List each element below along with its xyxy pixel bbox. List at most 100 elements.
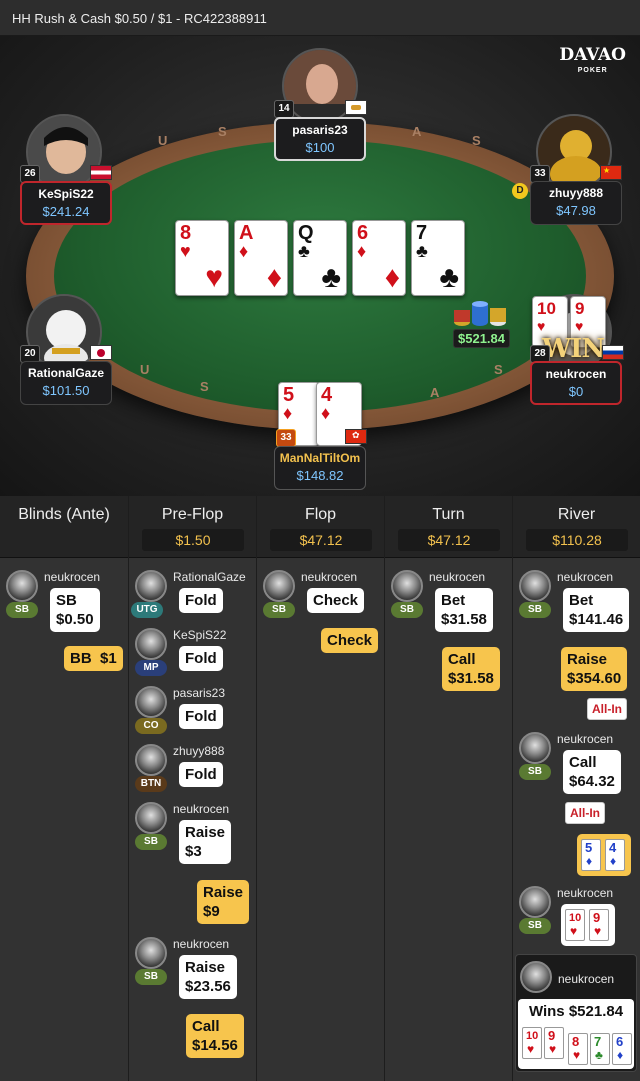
logo-sub: POKER: [577, 67, 608, 74]
player-plate-pasaris23[interactable]: pasaris23 $100: [274, 117, 366, 161]
dealer-button: D: [512, 183, 528, 199]
action-bubble: BB $1: [64, 646, 123, 671]
player-name: zhuyy888: [173, 744, 225, 758]
mini-card: 6 ♦: [612, 1033, 632, 1065]
board-card: 6 ♦ ♦: [352, 220, 406, 296]
player-name: neukrocen: [557, 886, 614, 900]
mini-card: 8 ♥: [568, 1033, 588, 1065]
action-bubble: Fold: [179, 762, 223, 787]
action-bubble: Call $31.58: [442, 647, 500, 691]
player-name: RationalGaze: [173, 570, 246, 584]
rail-letter: S: [472, 133, 481, 148]
player-plate-zhuyy888[interactable]: zhuyy888 $47.98: [530, 181, 622, 225]
avatar: [520, 961, 552, 993]
column-blinds: Blinds (Ante) SB neukrocen SB $0.50 BB $1: [0, 496, 128, 1081]
austria-flag-icon: [90, 165, 112, 180]
hand-title: HH Rush & Cash $0.50 / $1 - RC422388911: [12, 11, 267, 26]
board-card: 8 ♥ ♥: [175, 220, 229, 296]
column-header: Turn $47.12: [385, 496, 512, 558]
street-pot: $47.12: [270, 529, 372, 551]
mini-card: 9 ♥: [589, 909, 609, 941]
position-badge: SB: [391, 602, 423, 618]
player-name: neukrocen: [557, 732, 614, 746]
action-bubble: Fold: [179, 704, 223, 729]
column-preflop: Pre-Flop $1.50 UTG RationalGaze Fold MP K…: [128, 496, 256, 1081]
rail-letter: U: [158, 133, 168, 148]
player-name: KeSpiS22: [173, 628, 227, 642]
rail-letter: S: [200, 379, 209, 394]
column-header: Pre-Flop $1.50: [129, 496, 256, 558]
position-badge: SB: [135, 834, 167, 850]
column-turn: Turn $47.12 SB neukrocen Bet $31.58 Call $3…: [384, 496, 512, 1081]
avatar: [263, 570, 295, 602]
position-badge: MP: [135, 660, 167, 676]
level-badge: 33: [276, 429, 296, 447]
action-bubble: SB $0.50: [50, 588, 100, 632]
position-badge: SB: [519, 918, 551, 934]
player-name: neukrocen: [301, 570, 358, 584]
column-header: Blinds (Ante): [0, 496, 128, 558]
cyprus-flag-icon: [345, 100, 367, 115]
position-badge: BTN: [135, 776, 167, 792]
action-bubble: Bet $31.58: [435, 588, 493, 632]
davao-logo: DAVAO POKER: [559, 47, 626, 78]
street-pot: $1.50: [142, 529, 244, 551]
level-badge: 14: [274, 100, 294, 118]
column-header: River $110.28: [513, 496, 640, 558]
hongkong-flag-icon: ✿: [345, 429, 367, 444]
chip-stack-icon: [454, 301, 506, 326]
rail-letter: A: [412, 124, 422, 139]
column-river: River $110.28 SB neukrocen Bet $141.46 Rai…: [512, 496, 640, 1081]
mini-card: 10 ♥: [565, 909, 585, 941]
avatar: [135, 744, 167, 776]
avatar: [391, 570, 423, 602]
win-banner: WIN: [542, 334, 605, 364]
avatar: [519, 570, 551, 602]
mini-card: 9 ♥: [544, 1027, 564, 1059]
player-plate-neukrocen[interactable]: neukrocen $0: [530, 361, 622, 405]
pot-amount: $521.84: [453, 329, 510, 348]
rail-letter: S: [218, 124, 227, 139]
street-pot: $110.28: [526, 529, 628, 551]
player-name: pasaris23: [173, 686, 226, 700]
player-plate-mannaltiltom[interactable]: ManNalTiltOm $148.82: [274, 446, 366, 490]
avatar: [519, 732, 551, 764]
board-card: 7 ♣ ♣: [411, 220, 465, 296]
column-flop: Flop $47.12 SB neukrocen Check Check: [256, 496, 384, 1081]
mini-card: 5 ♦: [581, 839, 601, 871]
board-card: A ♦ ♦: [234, 220, 288, 296]
rail-letter: A: [430, 385, 440, 400]
action-bubble: Fold: [179, 646, 223, 671]
player-plate-rationalgaze[interactable]: RationalGaze $101.50: [20, 361, 112, 405]
action-bubble: Check: [307, 588, 365, 613]
action-bubble: Call $64.32: [563, 750, 621, 794]
column-header: Flop $47.12: [257, 496, 384, 558]
position-badge: SB: [135, 969, 167, 985]
player-name: neukrocen: [429, 570, 486, 584]
title-bar: HH Rush & Cash $0.50 / $1 - RC422388911: [0, 0, 640, 36]
mini-card: 10 ♥: [522, 1027, 542, 1059]
action-bubble: Call $14.56: [186, 1014, 244, 1058]
player-name: neukrocen: [558, 972, 615, 986]
showdown-cards-bubble: 10 ♥ 9 ♥: [561, 904, 615, 946]
all-in-badge: All-In: [565, 802, 605, 824]
player-name: neukrocen: [557, 570, 614, 584]
player-name: neukrocen: [173, 802, 230, 816]
avatar: [519, 886, 551, 918]
action-bubble: Fold: [179, 588, 223, 613]
rail-letter: U: [140, 362, 150, 377]
avatar: [135, 937, 167, 969]
avatar: [135, 686, 167, 718]
hand-history: Blinds (Ante) SB neukrocen SB $0.50 BB $1…: [0, 496, 640, 1081]
avatar: [135, 802, 167, 834]
action-bubble: Raise $23.56: [179, 955, 237, 999]
position-badge: SB: [263, 602, 295, 618]
player-name: neukrocen: [44, 570, 101, 584]
rail-letter: S: [494, 362, 503, 377]
all-in-badge: All-In: [587, 698, 627, 720]
avatar: [135, 570, 167, 602]
mini-card: 4 ♦: [605, 839, 625, 871]
player-name: neukrocen: [173, 937, 230, 951]
board-card: Q ♣ ♣: [293, 220, 347, 296]
player-plate-kespis22[interactable]: KeSpiS22 $241.24: [20, 181, 112, 225]
